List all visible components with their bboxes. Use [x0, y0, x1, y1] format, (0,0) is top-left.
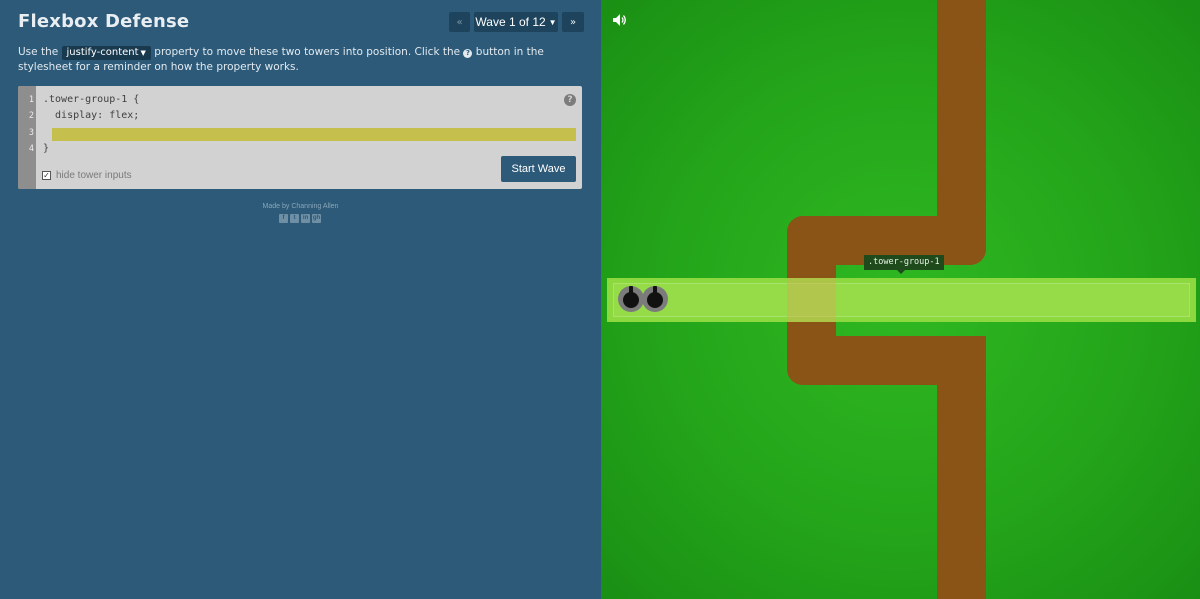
- wave-select-label: Wave 1 of 12: [475, 15, 546, 29]
- css-property-input[interactable]: [52, 128, 576, 141]
- app-title: Flexbox Defense: [18, 11, 190, 32]
- hide-tower-inputs-checkbox[interactable]: ✓: [42, 171, 51, 180]
- tower[interactable]: [618, 286, 644, 312]
- sound-toggle-icon[interactable]: [613, 11, 627, 30]
- property-select-value: justify-content: [66, 47, 139, 58]
- wave-navigation: « Wave 1 of 12 ▼ »: [449, 12, 584, 32]
- line-number: 2: [28, 111, 34, 121]
- help-button[interactable]: ?: [564, 94, 576, 106]
- caret-down-icon: ▼: [548, 17, 557, 27]
- tower-barrel: [629, 286, 633, 296]
- instructions-part: property to move these two towers into p…: [150, 46, 464, 58]
- property-select[interactable]: justify-content ▼: [61, 46, 151, 60]
- caret-down-icon: ▼: [140, 49, 146, 57]
- instructions-panel: Flexbox Defense « Wave 1 of 12 ▼ » Use t…: [0, 0, 601, 599]
- line-number-gutter: 1 2 3 4: [18, 86, 36, 189]
- path-overlap-highlight: [787, 278, 836, 322]
- instructions-part: Use the: [18, 46, 62, 58]
- wave-select[interactable]: Wave 1 of 12 ▼: [474, 12, 558, 32]
- tower-group-inner: [613, 283, 1190, 317]
- enemy-path-segment: [937, 336, 986, 599]
- hide-tower-inputs-toggle[interactable]: ✓ hide tower inputs: [42, 170, 132, 181]
- start-wave-button[interactable]: Start Wave: [501, 156, 576, 182]
- game-board: .tower-group-1: [601, 0, 1200, 599]
- linkedin-icon[interactable]: in: [301, 214, 310, 223]
- stylesheet-editor: 1 2 3 4 .tower-group-1 { display: flex; …: [18, 86, 582, 189]
- line-number: 3: [28, 128, 34, 138]
- tower[interactable]: [642, 286, 668, 312]
- line-number: 4: [28, 144, 34, 154]
- github-icon[interactable]: gh: [312, 214, 321, 223]
- instructions-text: Use the justify-content ▼ property to mov…: [18, 45, 590, 74]
- tower-group-container: [607, 278, 1196, 322]
- next-wave-button[interactable]: »: [562, 12, 584, 32]
- code-line-display: display: flex;: [43, 110, 140, 121]
- tag-pointer: [897, 270, 905, 274]
- line-number: 1: [28, 95, 34, 105]
- author-credit: Made by Channing Allen: [262, 203, 339, 210]
- tower-group-tag: .tower-group-1: [864, 255, 944, 270]
- tower-barrel: [653, 286, 657, 296]
- social-links: f t in gh: [279, 214, 321, 223]
- hide-tower-inputs-label: hide tower inputs: [56, 170, 132, 181]
- code-line-closing-brace: }: [43, 143, 50, 154]
- twitter-icon[interactable]: t: [290, 214, 299, 223]
- code-line-selector: .tower-group-1 {: [43, 94, 140, 105]
- previous-wave-button[interactable]: «: [449, 12, 470, 32]
- facebook-icon[interactable]: f: [279, 214, 288, 223]
